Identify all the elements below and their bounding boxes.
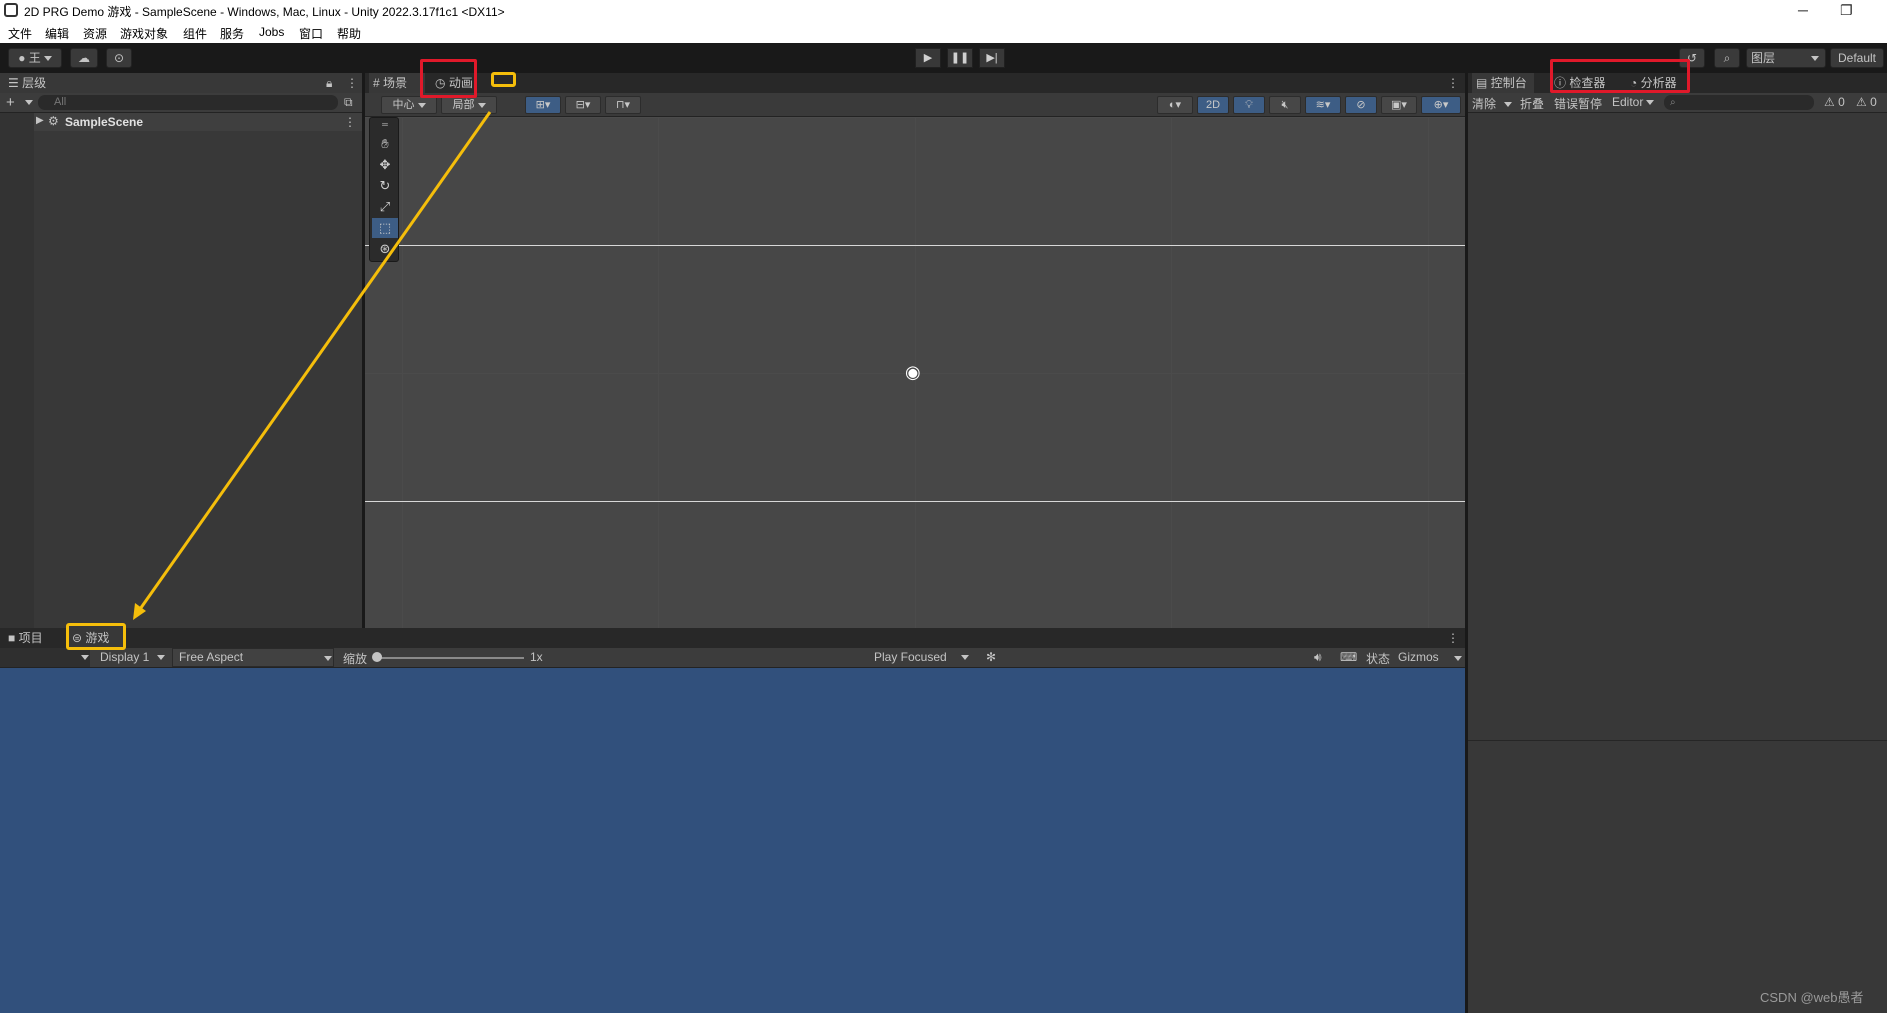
annotation-arrow xyxy=(133,111,492,620)
